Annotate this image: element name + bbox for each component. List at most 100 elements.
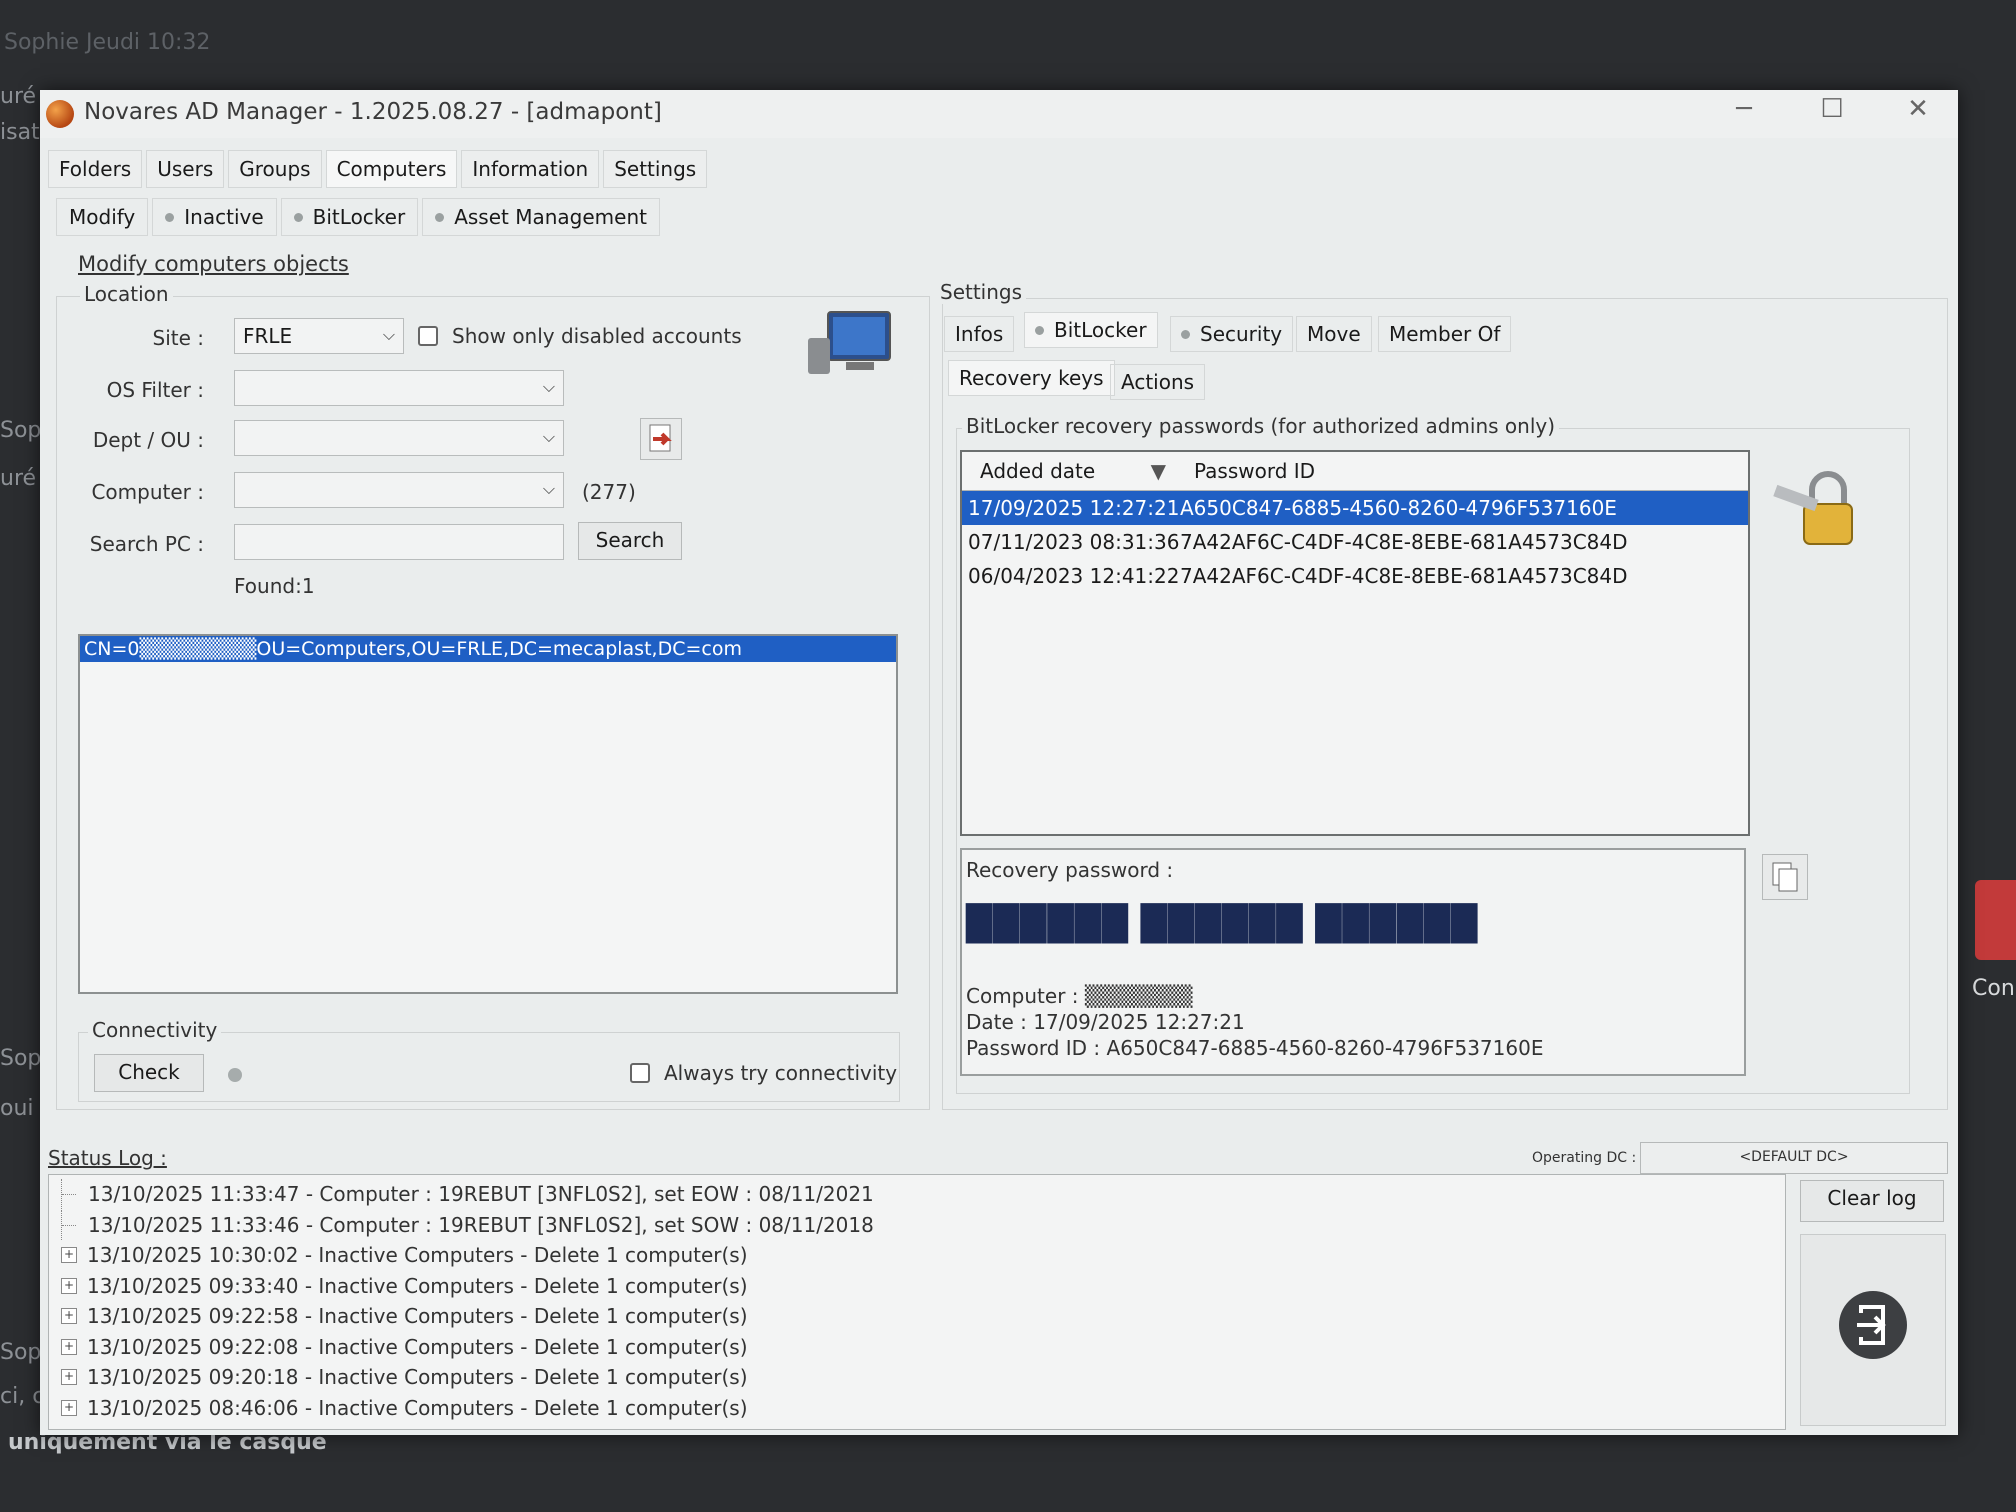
tree-connector-icon	[61, 1179, 78, 1210]
tab-computers[interactable]: Computers	[325, 150, 458, 188]
tab-users[interactable]: Users	[146, 150, 225, 188]
search-pc-input[interactable]	[234, 524, 564, 560]
log-line[interactable]: +13/10/2025 10:30:02 - Inactive Computer…	[49, 1240, 1785, 1271]
recovery-keys-table[interactable]: Added date ▼ Password ID 17/09/2025 12:27…	[960, 450, 1750, 836]
background-fragment-text: Sop	[0, 1046, 42, 1071]
recovery-date-line: Date : 17/09/2025 12:27:21	[966, 1010, 1245, 1034]
chevron-down-icon: ⌵	[542, 427, 555, 446]
clear-log-button[interactable]: Clear log	[1800, 1180, 1944, 1222]
log-line[interactable]: +13/10/2025 09:22:58 - Inactive Computer…	[49, 1301, 1785, 1332]
column-password-id[interactable]: Password ID	[1180, 459, 1315, 483]
subtab-asset-management[interactable]: Asset Management	[422, 198, 660, 236]
background-fragment-text: uré	[0, 466, 37, 491]
tree-connector-icon	[61, 1209, 78, 1240]
os-filter-select[interactable]: ⌵	[234, 370, 564, 406]
tab-actions[interactable]: Actions	[1110, 364, 1206, 400]
computer-subtabs: Modify Inactive BitLocker Asset Manageme…	[56, 198, 660, 236]
column-added-date[interactable]: Added date ▼	[962, 459, 1180, 483]
status-dot-icon	[435, 212, 445, 222]
computer-monitor-icon	[806, 308, 896, 378]
close-button[interactable]: ✕	[1888, 94, 1948, 124]
log-line[interactable]: +13/10/2025 09:22:08 - Inactive Computer…	[49, 1332, 1785, 1363]
tab-security[interactable]: Security	[1170, 316, 1294, 352]
list-item[interactable]: CN=0▒▒▒▒▒▒▒▒OU=Computers,OU=FRLE,DC=meca…	[80, 636, 896, 662]
expand-icon[interactable]: +	[61, 1308, 77, 1325]
settings-group-label: Settings	[936, 280, 1027, 304]
operating-dc-value: <DEFAULT DC>	[1640, 1142, 1948, 1174]
log-line-text: 13/10/2025 09:33:40 - Inactive Computers…	[87, 1273, 748, 1298]
tab-move[interactable]: Move	[1296, 316, 1372, 352]
tab-move-label: Move	[1307, 322, 1361, 346]
expand-icon[interactable]: +	[61, 1338, 77, 1355]
tab-recovery-keys[interactable]: Recovery keys	[948, 360, 1115, 396]
log-line[interactable]: 13/10/2025 11:33:47 - Computer : 19REBUT…	[49, 1179, 1785, 1210]
log-line-text: 13/10/2025 09:22:08 - Inactive Computers…	[87, 1334, 748, 1359]
recovery-password-panel: Recovery password : ██████ ██████ ██████…	[960, 848, 1746, 1076]
recovery-computer-line: Computer : ▒▒▒▒▒▒▒	[966, 984, 1193, 1008]
status-dot-icon	[1035, 325, 1044, 335]
show-disabled-checkbox[interactable]	[418, 326, 438, 346]
check-button[interactable]: Check	[94, 1054, 204, 1092]
status-dot-icon	[165, 212, 175, 222]
copy-button[interactable]	[1762, 854, 1808, 900]
exit-button[interactable]	[1800, 1234, 1946, 1426]
title-bar: Novares AD Manager - 1.2025.08.27 - [adm…	[40, 90, 1958, 138]
dept-ou-select[interactable]: ⌵	[234, 420, 564, 456]
log-line-text: 13/10/2025 08:46:06 - Inactive Computers…	[87, 1395, 748, 1420]
tab-information[interactable]: Information	[461, 150, 600, 188]
expand-icon[interactable]: +	[61, 1399, 77, 1416]
minimize-button[interactable]: ─	[1714, 94, 1774, 124]
subtab-modify-label: Modify	[69, 205, 136, 229]
tab-recovery-keys-label: Recovery keys	[959, 366, 1104, 390]
modify-computers-link[interactable]: Modify computers objects	[78, 252, 349, 276]
row-password-id: A650C847-6885-4560-8260-4796F537160E	[1180, 496, 1617, 520]
main-menu-tabs: Folders Users Groups Computers Informati…	[48, 150, 708, 188]
tab-bitlocker[interactable]: BitLocker	[1024, 312, 1158, 348]
tab-infos[interactable]: Infos	[944, 316, 1015, 352]
log-line-text: 13/10/2025 09:22:58 - Inactive Computers…	[87, 1304, 748, 1329]
tab-groups[interactable]: Groups	[228, 150, 322, 188]
maximize-button[interactable]: ☐	[1802, 94, 1862, 124]
chevron-down-icon: ⌵	[542, 479, 555, 498]
table-row[interactable]: 06/04/2023 12:41:22 7A42AF6C-C4DF-4C8E-8E…	[962, 559, 1748, 593]
status-log-tree[interactable]: 13/10/2025 11:33:47 - Computer : 19REBUT…	[48, 1174, 1786, 1430]
column-added-date-label: Added date	[980, 459, 1096, 483]
log-line[interactable]: +13/10/2025 09:20:18 - Inactive Computer…	[49, 1362, 1785, 1393]
computer-select[interactable]: ⌵	[234, 472, 564, 508]
tab-settings[interactable]: Settings	[603, 150, 708, 188]
background-top-text: Sophie Jeudi 10:32	[4, 30, 211, 55]
tab-member-of-label: Member Of	[1389, 322, 1501, 346]
tab-folders[interactable]: Folders	[48, 150, 143, 188]
log-line[interactable]: +13/10/2025 08:46:06 - Inactive Computer…	[49, 1393, 1785, 1424]
site-value: FRLE	[243, 324, 293, 348]
computer-results-list[interactable]: CN=0▒▒▒▒▒▒▒▒OU=Computers,OU=FRLE,DC=meca…	[78, 634, 898, 994]
status-log-label: Status Log :	[48, 1146, 167, 1170]
row-password-id: 7A42AF6C-C4DF-4C8E-8EBE-681A4573C84D	[1180, 530, 1628, 554]
recovery-password-label: Recovery password :	[966, 858, 1174, 882]
subtab-modify[interactable]: Modify	[56, 198, 149, 236]
expand-icon[interactable]: +	[61, 1247, 77, 1264]
status-dot-icon	[293, 212, 303, 222]
connectivity-status-dot-icon	[228, 1068, 242, 1082]
recovery-password-value[interactable]: ██████ ██████ ██████	[966, 904, 1478, 944]
background-right-text: Con	[1972, 976, 2015, 1001]
subtab-inactive[interactable]: Inactive	[152, 198, 277, 236]
expand-icon[interactable]: +	[61, 1277, 77, 1294]
log-line-text: 13/10/2025 11:33:47 - Computer : 19REBUT…	[88, 1182, 874, 1207]
lock-key-icon	[1772, 464, 1872, 564]
subtab-inactive-label: Inactive	[184, 205, 264, 229]
table-header: Added date ▼ Password ID	[962, 452, 1748, 491]
expand-icon[interactable]: +	[61, 1369, 77, 1386]
search-button[interactable]: Search	[578, 522, 682, 560]
chevron-down-icon: ⌵	[542, 377, 555, 396]
background-fragment-text: ci, c	[0, 1384, 45, 1409]
export-document-button[interactable]	[640, 418, 682, 460]
tab-member-of[interactable]: Member Of	[1378, 316, 1512, 352]
subtab-bitlocker[interactable]: BitLocker	[280, 198, 419, 236]
log-line[interactable]: +13/10/2025 09:33:40 - Inactive Computer…	[49, 1271, 1785, 1302]
log-line[interactable]: 13/10/2025 11:33:46 - Computer : 19REBUT…	[49, 1209, 1785, 1241]
site-select[interactable]: FRLE ⌵	[234, 318, 404, 354]
table-row[interactable]: 07/11/2023 08:31:36 7A42AF6C-C4DF-4C8E-8E…	[962, 525, 1748, 559]
always-connectivity-checkbox[interactable]	[630, 1063, 650, 1083]
table-row[interactable]: 17/09/2025 12:27:21 A650C847-6885-4560-82…	[962, 491, 1748, 525]
